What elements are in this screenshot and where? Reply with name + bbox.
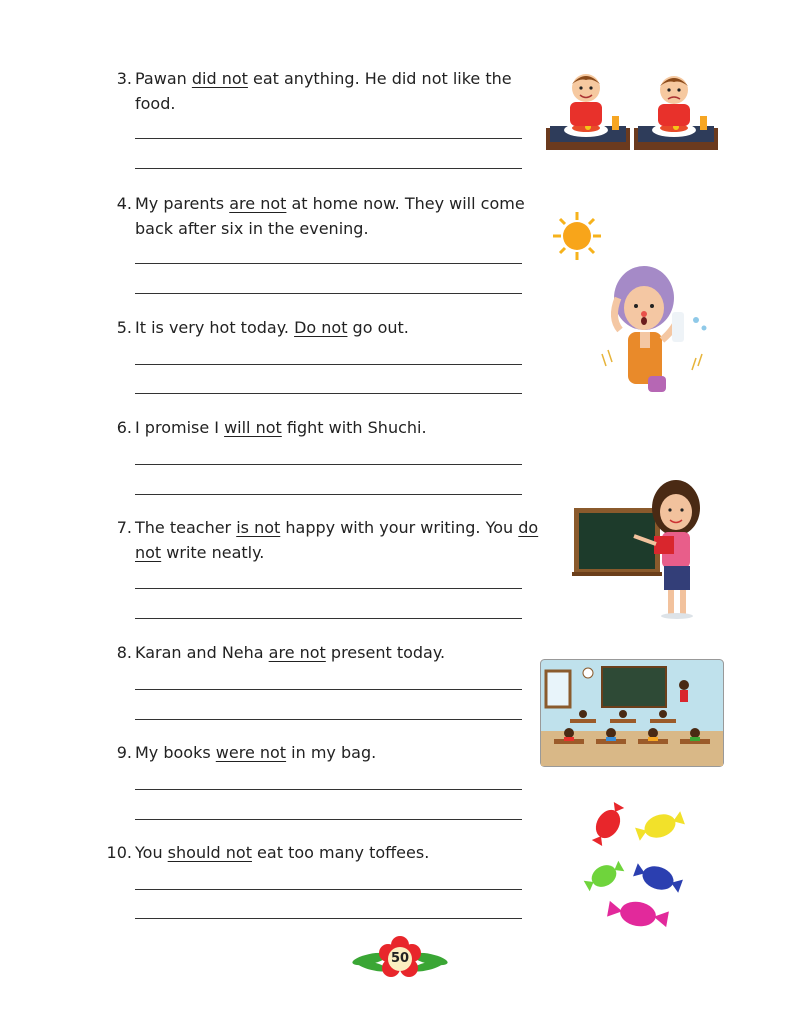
underlined-phrase: did not — [191, 69, 248, 88]
text: My parents — [135, 194, 230, 213]
underlined-phrase: were not — [215, 743, 287, 762]
underlined-phrase: should not — [167, 843, 252, 862]
toffees-illustration — [583, 801, 685, 928]
question-text-line2: not write neatly. — [135, 540, 540, 565]
text: eat too many toffees. — [251, 843, 430, 862]
text: go out. — [347, 318, 409, 337]
answer-line[interactable] — [135, 689, 522, 690]
answer-line[interactable] — [135, 138, 522, 139]
underlined-phrase: is not — [236, 518, 281, 537]
underlined-phrase: are not — [268, 643, 326, 662]
text: in my bag. — [286, 743, 377, 762]
sun-icon — [553, 212, 601, 260]
teacher-blackboard-illustration — [572, 480, 700, 619]
answer-line[interactable] — [135, 789, 522, 790]
boys-eating-illustration — [546, 74, 718, 150]
text: eat anything. He did not like the — [247, 69, 512, 88]
question-number: 5. — [116, 318, 132, 337]
question-text: My parents are not at home now. They wil… — [135, 191, 540, 216]
answer-line[interactable] — [135, 168, 522, 169]
question-text: My books were not in my bag. — [135, 740, 540, 765]
text: My books — [135, 743, 216, 762]
text: I promise I — [135, 418, 225, 437]
underlined-phrase: do — [518, 518, 539, 537]
answer-line[interactable] — [135, 618, 522, 619]
question-text: Karan and Neha are not present today. — [135, 640, 540, 665]
question-number: 6. — [116, 418, 132, 437]
question-text: Pawan did not eat anything. He did not l… — [135, 66, 540, 91]
answer-line[interactable] — [135, 889, 522, 890]
answer-line[interactable] — [135, 918, 522, 919]
answer-line[interactable] — [135, 464, 522, 465]
question-text-line2: back after six in the evening. — [135, 219, 369, 238]
text: You — [135, 843, 168, 862]
text: happy with your writing. You — [280, 518, 519, 537]
text: It is very hot today. — [135, 318, 295, 337]
underlined-phrase: will not — [224, 418, 282, 437]
answer-line[interactable] — [135, 588, 522, 589]
text: at home now. They will come — [286, 194, 525, 213]
text: fight with Shuchi. — [281, 418, 427, 437]
question-text-line2: food. — [135, 94, 176, 113]
question-text: You should not eat too many toffees. — [135, 840, 540, 865]
question-number: 9. — [116, 743, 132, 762]
answer-line[interactable] — [135, 719, 522, 720]
question-text: The teacher is not happy with your writi… — [135, 515, 540, 540]
text: Karan and Neha — [135, 643, 269, 662]
classroom-illustration — [540, 659, 724, 767]
answer-line[interactable] — [135, 293, 522, 294]
underlined-phrase: Do not — [294, 318, 348, 337]
question-number: 8. — [116, 643, 132, 662]
page-number: 50 — [390, 951, 410, 966]
answer-line[interactable] — [135, 494, 522, 495]
answer-line[interactable] — [135, 393, 522, 394]
question-text: It is very hot today. Do not go out. — [135, 315, 540, 340]
answer-line[interactable] — [135, 819, 522, 820]
text: write neatly. — [161, 543, 265, 562]
underlined-phrase: not — [135, 543, 162, 562]
text: The teacher — [135, 518, 237, 537]
question-text: I promise I will not fight with Shuchi. — [135, 415, 540, 440]
answer-line[interactable] — [135, 364, 522, 365]
page-number-badge: 50 — [352, 936, 448, 982]
text: present today. — [325, 643, 446, 662]
question-number: 7. — [116, 518, 132, 537]
question-number: 10. — [106, 843, 132, 862]
text: Pawan — [135, 69, 192, 88]
hot-lady-illustration — [601, 266, 707, 392]
answer-line[interactable] — [135, 263, 522, 264]
question-number: 4. — [116, 194, 132, 213]
underlined-phrase: are not — [229, 194, 287, 213]
question-number: 3. — [116, 69, 132, 88]
